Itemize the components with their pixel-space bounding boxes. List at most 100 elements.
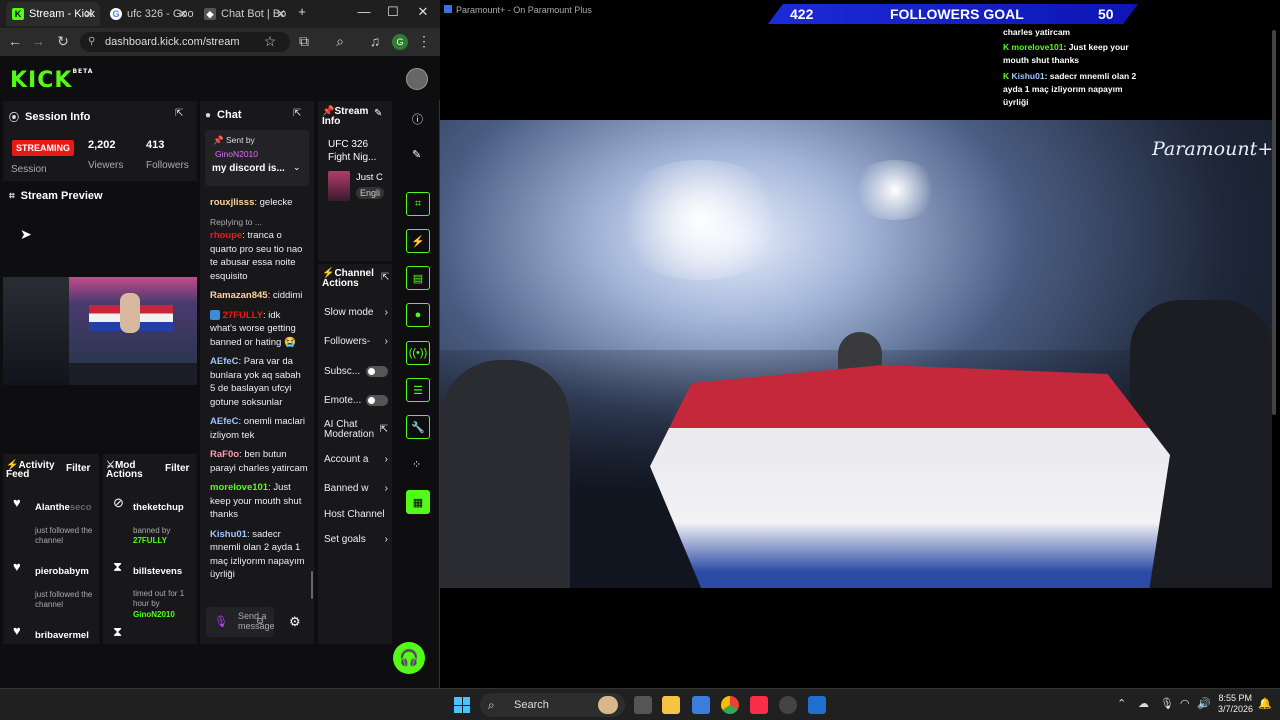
chat-message-list: rouxjlisss: gelecke Replying to ... rhoup… — [210, 196, 308, 588]
volume-icon[interactable]: 🔊 — [1197, 697, 1211, 710]
google-icon: G — [110, 8, 122, 20]
task-view-icon[interactable] — [634, 696, 652, 714]
extensions-icon[interactable]: ⧉ — [295, 33, 313, 50]
banned-words-row[interactable]: Banned w › — [324, 483, 388, 494]
followers-only-row[interactable]: Followers- › — [324, 336, 388, 347]
broadcast-icon[interactable]: ((•)) — [406, 341, 430, 365]
profile-avatar[interactable]: G — [392, 34, 408, 50]
camera-icon[interactable]: ⌗ — [406, 192, 430, 216]
pinned-message[interactable]: 📌 Sent by GinoN2010 my discord is... ⌄ — [205, 130, 309, 186]
chat-message: AEfeC: Para var da bunlara yok aq sabah … — [210, 356, 301, 408]
popout-icon[interactable]: ⇱ — [293, 108, 301, 119]
gear-icon[interactable]: ⚙ — [289, 614, 301, 630]
close-tab-icon[interactable]: ✕ — [178, 7, 188, 21]
clip-icon[interactable]: ▦ — [406, 490, 430, 514]
account-age-row[interactable]: Account a › — [324, 454, 388, 465]
ai-chat-moderation-row[interactable]: AI Chat Moderation ⇱ — [324, 420, 388, 440]
subscribers-only-row[interactable]: Subsc... — [324, 366, 388, 377]
document-icon[interactable]: ▤ — [406, 266, 430, 290]
chevron-down-icon[interactable]: ⌄ — [293, 162, 301, 173]
server-icon[interactable]: ☰ — [406, 378, 430, 402]
stream-preview-title: ⌗ Stream Preview — [9, 190, 103, 202]
chat-scrollbar[interactable] — [311, 571, 313, 599]
info-icon[interactable]: ⓘ — [412, 111, 423, 127]
preview-video[interactable] — [3, 277, 197, 385]
url-field[interactable]: ⚲ dashboard.kick.com/stream — [80, 32, 290, 52]
menu-dots-icon[interactable]: ⋮ — [415, 33, 433, 50]
subscribers-toggle[interactable] — [366, 366, 388, 377]
obs-icon[interactable] — [779, 696, 797, 714]
new-tab-button[interactable]: + — [292, 4, 312, 19]
popout-icon[interactable]: ⇱ — [381, 272, 389, 283]
windows-start-icon[interactable] — [454, 697, 470, 713]
bookmark-star-icon[interactable]: ☆ — [261, 33, 279, 50]
user-avatar[interactable] — [406, 68, 428, 90]
cloud-icon[interactable]: ☁ — [1138, 697, 1149, 710]
window-scrollbar[interactable] — [1272, 30, 1276, 415]
microphone-icon[interactable]: 🎙 — [1160, 697, 1174, 710]
host-channel-row[interactable]: Host Channel — [324, 509, 388, 520]
goal-current: 422 — [790, 6, 814, 22]
kick-logo[interactable]: KICKBETA — [10, 68, 93, 93]
lightning-icon[interactable]: ⚡ — [406, 229, 430, 253]
heart-icon: ♥ — [13, 495, 21, 510]
mod-by-user: GinoN2010 — [133, 610, 175, 619]
tab-google[interactable]: G ufc 326 - Goo ✕ — [104, 2, 194, 26]
message-icon[interactable]: ● — [406, 303, 430, 327]
store-icon[interactable] — [692, 696, 710, 714]
tab-chatbot[interactable]: ◆ Chat Bot | Bo ✕ — [198, 2, 292, 26]
edit-pencil-icon[interactable]: ✎ — [412, 148, 421, 161]
emote-icon[interactable]: ☺ — [255, 616, 265, 627]
taskbar-search[interactable]: ⌕ Search — [480, 693, 625, 717]
app-icon[interactable] — [808, 696, 826, 714]
edit-pencil-icon[interactable]: ✎ — [374, 108, 382, 119]
reload-icon[interactable]: ↻ — [54, 33, 72, 50]
media-controls-icon[interactable]: ♫ — [366, 33, 384, 49]
support-headset-icon[interactable]: 🎧 — [393, 642, 425, 674]
kick-icon: K — [1003, 42, 1010, 52]
microphone-icon[interactable]: 🎙 — [214, 615, 228, 628]
slow-mode-row[interactable]: Slow mode › — [324, 307, 388, 318]
maximize-button[interactable]: ☐ — [383, 4, 403, 20]
chat-message: RaF0o: ben butun parayi charles yatircam — [210, 449, 308, 474]
video-frame[interactable]: Paramount+ — [440, 120, 1272, 588]
mod-actions-title: ⚔Mod Actions — [106, 460, 143, 480]
file-explorer-icon[interactable] — [662, 696, 680, 714]
mod-user: theketchup — [133, 502, 184, 513]
wifi-icon[interactable]: ◠ — [1180, 697, 1190, 710]
back-icon[interactable]: ← — [6, 33, 24, 49]
chat-message: Ramazan845: ciddimi — [210, 290, 303, 301]
close-window-button[interactable]: ✕ — [413, 4, 433, 20]
notification-icon[interactable]: 🔔 — [1258, 697, 1272, 710]
mod-filter-button[interactable]: Filter — [165, 463, 189, 474]
emote-toggle[interactable] — [366, 395, 388, 406]
heart-icon: ♥ — [13, 559, 21, 574]
paramount-watermark: Paramount+ — [1152, 138, 1272, 160]
kick-icon: K — [12, 8, 24, 20]
activity-filter-button[interactable]: Filter — [66, 463, 90, 474]
dots-cluster-icon[interactable]: ⁘ — [412, 458, 421, 471]
chrome-icon[interactable] — [721, 696, 739, 714]
activity-user: Alantheseco — [35, 502, 92, 513]
chevron-up-icon[interactable]: ⌃ — [1117, 697, 1126, 710]
set-goals-row[interactable]: Set goals › — [324, 534, 388, 545]
overlay-chat-message: K Kishu01: sadecr mnemli olan 2 ayda 1 m… — [1003, 71, 1137, 107]
minimize-button[interactable]: — — [354, 4, 374, 19]
goal-label: FOLLOWERS GOAL — [890, 6, 1024, 22]
close-tab-icon[interactable]: ✕ — [276, 7, 286, 21]
emote-only-row[interactable]: Emote... — [324, 395, 388, 406]
url-text: dashboard.kick.com/stream — [105, 36, 240, 48]
forward-icon[interactable]: → — [29, 33, 47, 49]
clock[interactable]: 8:55 PM 3/7/2026 — [1218, 693, 1253, 715]
hourglass-icon: ⧗ — [113, 559, 123, 574]
popout-icon[interactable]: ⇱ — [175, 108, 183, 119]
tab-search-icon[interactable]: ⌕ — [331, 33, 349, 50]
tab-stream-kick[interactable]: K Stream - Kick ✕ — [6, 2, 100, 26]
close-tab-icon[interactable]: ✕ — [84, 7, 94, 21]
wrench-icon[interactable]: 🔧 — [406, 415, 430, 439]
chat-bubble-icon: ● — [205, 109, 212, 121]
site-info-icon[interactable]: ⚲ — [88, 32, 95, 52]
music-icon[interactable] — [750, 696, 768, 714]
chat-message: 27FULLY: idk what's worse getting banned… — [210, 309, 296, 348]
stream-info-panel: 📌Stream Info ✎ UFC 326 Fight Nig... Just… — [318, 101, 392, 261]
